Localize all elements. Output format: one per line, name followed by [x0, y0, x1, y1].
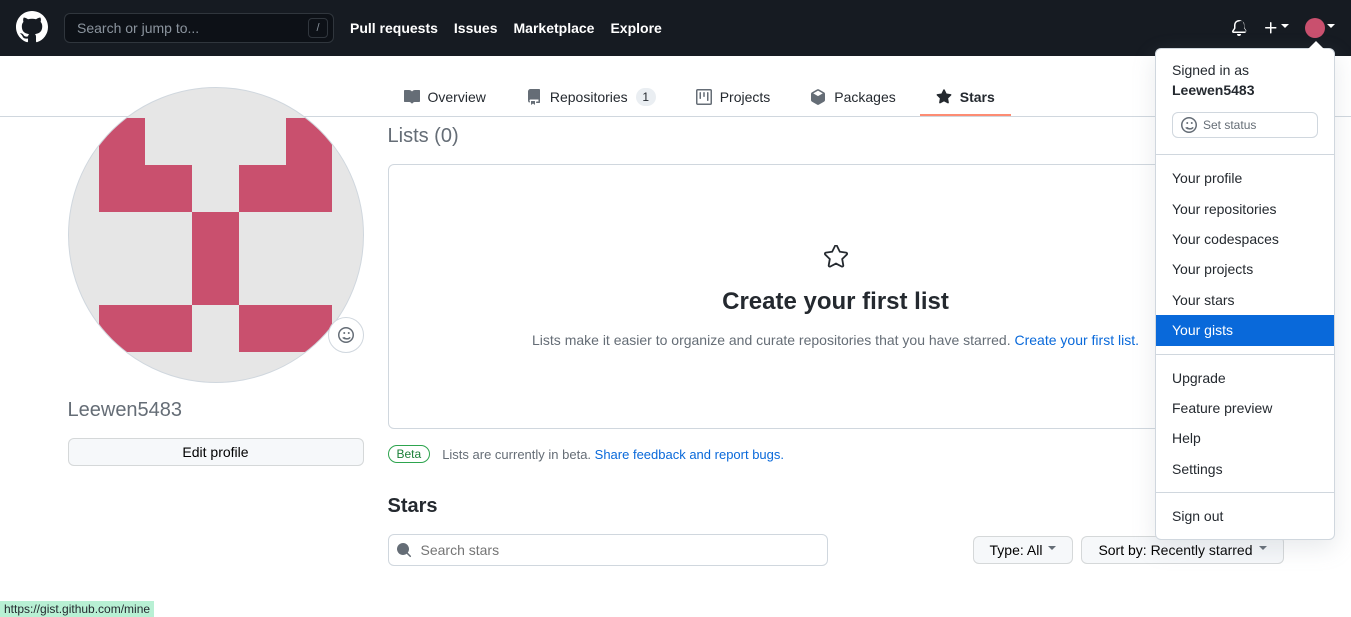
profile-avatar[interactable]: [68, 87, 364, 383]
tab-overview[interactable]: Overview: [388, 80, 502, 116]
tab-label: Repositories: [550, 89, 628, 105]
primary-nav: Pull requests Issues Marketplace Explore: [350, 20, 662, 36]
empty-title: Create your first list: [429, 288, 1243, 316]
set-status-bubble[interactable]: [328, 317, 364, 353]
create-first-list-link[interactable]: Create your first list.: [1015, 332, 1139, 348]
dropdown-item-your-projects[interactable]: Your projects: [1156, 254, 1334, 284]
user-dropdown-menu: Signed in asLeewen5483 Set status Your p…: [1155, 48, 1335, 540]
smiley-icon: [1181, 117, 1197, 133]
beta-notice: Beta Lists are currently in beta. Share …: [388, 445, 1284, 463]
nav-marketplace[interactable]: Marketplace: [514, 20, 595, 36]
tab-label: Projects: [720, 89, 771, 105]
profile-sidebar: Leewen5483 Edit profile: [68, 117, 364, 566]
dropdown-item-your-stars[interactable]: Your stars: [1156, 285, 1334, 315]
type-filter-button[interactable]: Type: All: [973, 536, 1074, 564]
search-input[interactable]: [64, 13, 334, 43]
dropdown-item-upgrade[interactable]: Upgrade: [1156, 363, 1334, 393]
tab-repositories[interactable]: Repositories 1: [510, 80, 672, 116]
browser-status-bar: https://gist.github.com/mine: [0, 601, 154, 617]
create-new-dropdown[interactable]: [1263, 20, 1289, 36]
star-icon: [824, 245, 848, 269]
main-content: Lists (0) Sort Create your first list Li…: [388, 117, 1284, 566]
github-logo[interactable]: [16, 11, 48, 46]
dropdown-item-your-repositories[interactable]: Your repositories: [1156, 194, 1334, 224]
dropdown-item-settings[interactable]: Settings: [1156, 454, 1334, 484]
nav-explore[interactable]: Explore: [610, 20, 661, 36]
search-icon: [396, 542, 412, 558]
stars-section-title: Stars: [388, 495, 1284, 518]
tab-stars[interactable]: Stars: [920, 80, 1011, 116]
sort-filter-button[interactable]: Sort by: Recently starred: [1081, 536, 1283, 564]
lists-empty-state: Create your first list Lists make it eas…: [388, 164, 1284, 429]
dropdown-signed-in: Signed in asLeewen5483: [1156, 57, 1334, 104]
repo-count-badge: 1: [636, 88, 656, 106]
beta-badge: Beta: [388, 445, 431, 463]
set-status-button[interactable]: Set status: [1172, 112, 1318, 138]
feedback-link[interactable]: Share feedback and report bugs.: [595, 447, 784, 462]
dropdown-item-your-gists[interactable]: Your gists: [1156, 315, 1334, 345]
dropdown-signout[interactable]: Sign out: [1156, 501, 1334, 531]
lists-title: Lists (0): [388, 125, 459, 148]
avatar-icon: [1305, 18, 1325, 38]
tab-label: Packages: [834, 89, 895, 105]
tab-label: Stars: [960, 89, 995, 105]
empty-description: Lists make it easier to organize and cur…: [429, 332, 1243, 348]
user-menu-trigger[interactable]: [1305, 18, 1335, 38]
search-stars-input[interactable]: [388, 534, 828, 566]
tab-packages[interactable]: Packages: [794, 80, 911, 116]
edit-profile-button[interactable]: Edit profile: [68, 438, 364, 466]
notifications-icon[interactable]: [1231, 20, 1247, 36]
nav-issues[interactable]: Issues: [454, 20, 498, 36]
tab-projects[interactable]: Projects: [680, 80, 787, 116]
dropdown-item-your-codespaces[interactable]: Your codespaces: [1156, 224, 1334, 254]
dropdown-item-help[interactable]: Help: [1156, 423, 1334, 453]
dropdown-item-feature-preview[interactable]: Feature preview: [1156, 393, 1334, 423]
nav-pull-requests[interactable]: Pull requests: [350, 20, 438, 36]
global-header: / Pull requests Issues Marketplace Explo…: [0, 0, 1351, 56]
profile-username: Leewen5483: [68, 399, 364, 422]
dropdown-item-your-profile[interactable]: Your profile: [1156, 163, 1334, 193]
global-search[interactable]: /: [64, 13, 334, 43]
tab-label: Overview: [428, 89, 486, 105]
slash-key-hint: /: [308, 18, 328, 38]
